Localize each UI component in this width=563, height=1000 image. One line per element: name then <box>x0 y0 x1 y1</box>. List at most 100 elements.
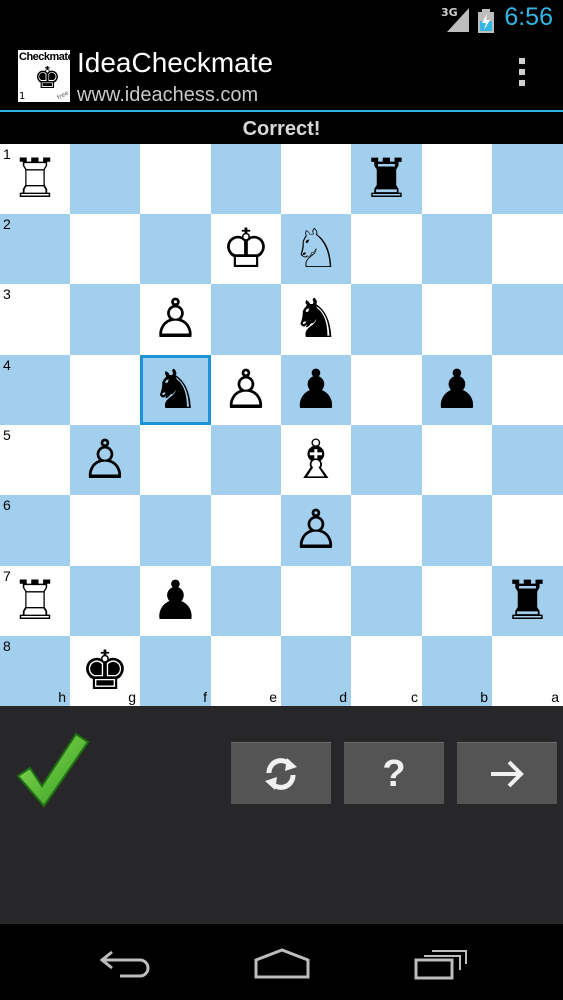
square-a6[interactable] <box>492 495 563 566</box>
home-icon[interactable] <box>253 948 311 980</box>
square-c1[interactable]: ♜ <box>351 144 422 214</box>
white-pawn-icon[interactable]: ♙ <box>211 355 281 425</box>
white-pawn-icon[interactable]: ♙ <box>281 495 351 566</box>
black-king-icon[interactable]: ♚ <box>70 636 140 706</box>
square-d2[interactable]: ♘ <box>281 214 351 284</box>
square-h4[interactable]: 4 <box>0 355 70 425</box>
square-c5[interactable] <box>351 425 422 495</box>
square-a2[interactable] <box>492 214 563 284</box>
file-label: c <box>411 689 418 705</box>
square-a8[interactable]: a <box>492 636 563 706</box>
rank-label: 6 <box>3 497 11 513</box>
app-logo[interactable]: Checkmate ♚ 1 free <box>18 50 74 102</box>
square-f6[interactable] <box>140 495 211 566</box>
square-d5[interactable]: ♗ <box>281 425 351 495</box>
white-bishop-icon[interactable]: ♗ <box>281 425 351 495</box>
square-c2[interactable] <box>351 214 422 284</box>
square-f2[interactable] <box>140 214 211 284</box>
square-a7[interactable]: ♜ <box>492 566 563 636</box>
square-g8[interactable]: g ♚ <box>70 636 140 706</box>
square-h8[interactable]: 8h <box>0 636 70 706</box>
square-e6[interactable] <box>211 495 281 566</box>
black-rook-icon[interactable]: ♜ <box>492 566 563 636</box>
square-d1[interactable] <box>281 144 351 214</box>
white-rook-icon[interactable]: ♖ <box>0 144 70 214</box>
square-d4[interactable]: ♟ <box>281 355 351 425</box>
square-d7[interactable] <box>281 566 351 636</box>
app-subtitle[interactable]: www.ideachess.com <box>77 84 258 107</box>
black-pawn-icon[interactable]: ♟ <box>140 566 211 636</box>
square-b1[interactable] <box>422 144 492 214</box>
white-pawn-icon[interactable]: ♙ <box>70 425 140 495</box>
black-rook-icon[interactable]: ♜ <box>351 144 422 214</box>
square-g1[interactable] <box>70 144 140 214</box>
square-h3[interactable]: 3 <box>0 284 70 355</box>
square-f8[interactable]: f <box>140 636 211 706</box>
square-c4[interactable] <box>351 355 422 425</box>
square-c3[interactable] <box>351 284 422 355</box>
square-b6[interactable] <box>422 495 492 566</box>
square-h5[interactable]: 5 <box>0 425 70 495</box>
arrow-right-icon <box>491 760 524 788</box>
square-h7[interactable]: 7 ♖ <box>0 566 70 636</box>
square-h2[interactable]: 2 <box>0 214 70 284</box>
square-g5[interactable]: ♙ <box>70 425 140 495</box>
white-king-icon[interactable]: ♔ <box>211 214 281 284</box>
square-h1[interactable]: 1 ♖ <box>0 144 70 214</box>
restart-button[interactable] <box>231 742 331 804</box>
square-d3[interactable]: ♞ <box>281 284 351 355</box>
square-b2[interactable] <box>422 214 492 284</box>
square-a4[interactable] <box>492 355 563 425</box>
square-a3[interactable] <box>492 284 563 355</box>
recent-apps-icon[interactable] <box>412 948 468 980</box>
square-a5[interactable] <box>492 425 563 495</box>
square-f4[interactable]: ♞ <box>140 355 211 425</box>
square-g6[interactable] <box>70 495 140 566</box>
square-g2[interactable] <box>70 214 140 284</box>
chess-board[interactable]: 1 ♖ ♜ 2 ♔ ♘ 3 ♙ ♞ 4 ♞ ♙ ♟ ♟ 5 ♙ ♗ 6 ♙ 7 ♖ ♟ ♜ 8 h g ♚ f e d c b a <box>0 144 563 706</box>
white-pawn-icon[interactable]: ♙ <box>140 284 211 355</box>
question-icon: ? <box>382 753 406 795</box>
square-e3[interactable] <box>211 284 281 355</box>
square-d8[interactable]: d <box>281 636 351 706</box>
action-bar: Checkmate ♚ 1 free IdeaCheckmate www.ide… <box>0 40 563 112</box>
square-e5[interactable] <box>211 425 281 495</box>
square-f1[interactable] <box>140 144 211 214</box>
square-b8[interactable]: b <box>422 636 492 706</box>
black-pawn-icon[interactable]: ♟ <box>281 355 351 425</box>
white-knight-icon[interactable]: ♘ <box>281 214 351 284</box>
square-e1[interactable] <box>211 144 281 214</box>
square-b4[interactable]: ♟ <box>422 355 492 425</box>
square-e2[interactable]: ♔ <box>211 214 281 284</box>
square-g3[interactable] <box>70 284 140 355</box>
status-bar: 3G 6:56 <box>0 0 563 40</box>
square-b3[interactable] <box>422 284 492 355</box>
hint-button[interactable]: ? <box>344 742 444 804</box>
square-c6[interactable] <box>351 495 422 566</box>
square-f3[interactable]: ♙ <box>140 284 211 355</box>
square-d6[interactable]: ♙ <box>281 495 351 566</box>
square-c7[interactable] <box>351 566 422 636</box>
square-b7[interactable] <box>422 566 492 636</box>
overflow-menu-icon[interactable] <box>517 58 527 94</box>
next-button[interactable] <box>457 742 557 804</box>
square-e7[interactable] <box>211 566 281 636</box>
white-rook-icon[interactable]: ♖ <box>0 566 70 636</box>
black-knight-icon[interactable]: ♞ <box>281 284 351 355</box>
square-e8[interactable]: e <box>211 636 281 706</box>
back-icon[interactable] <box>98 948 154 978</box>
square-e4[interactable]: ♙ <box>211 355 281 425</box>
square-g7[interactable] <box>70 566 140 636</box>
file-label: b <box>480 689 488 705</box>
black-pawn-icon[interactable]: ♟ <box>422 355 492 425</box>
square-a1[interactable] <box>492 144 563 214</box>
signal-icon <box>447 8 469 32</box>
app-title: IdeaCheckmate <box>77 47 274 78</box>
square-h6[interactable]: 6 <box>0 495 70 566</box>
square-f5[interactable] <box>140 425 211 495</box>
square-f7[interactable]: ♟ <box>140 566 211 636</box>
black-knight-icon[interactable]: ♞ <box>143 358 208 422</box>
square-g4[interactable] <box>70 355 140 425</box>
square-c8[interactable]: c <box>351 636 422 706</box>
square-b5[interactable] <box>422 425 492 495</box>
